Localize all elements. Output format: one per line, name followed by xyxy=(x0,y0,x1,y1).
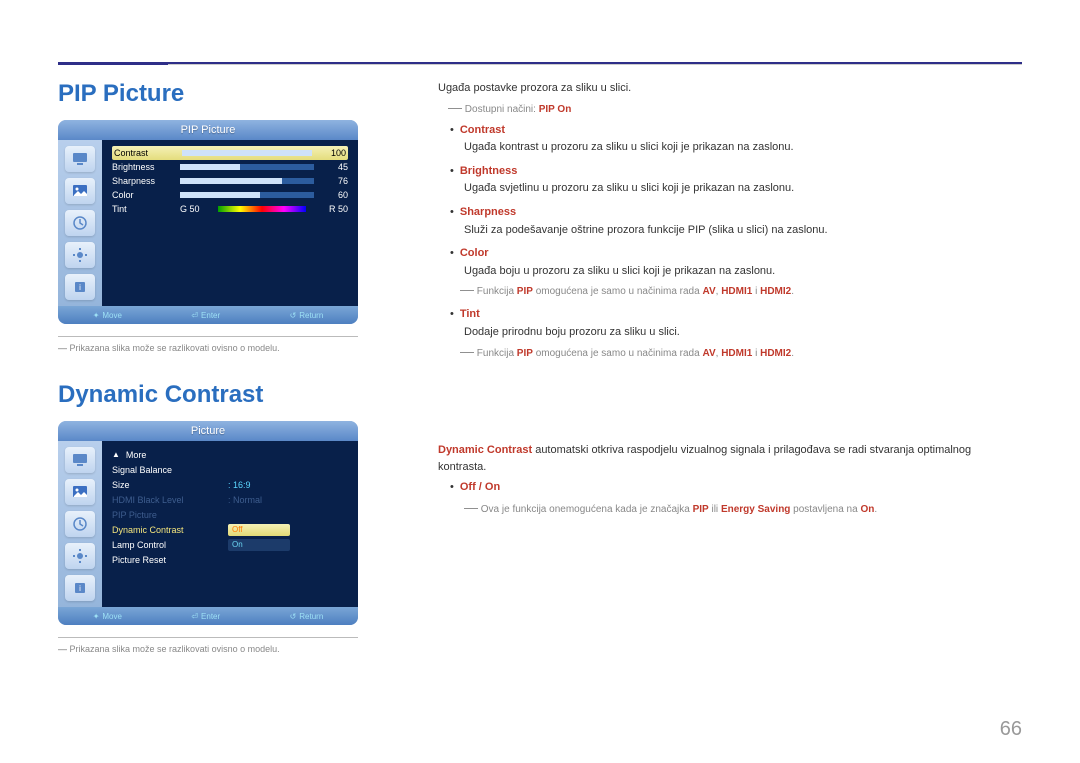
pip-item-tint: •Tint Dodaje prirodnu boju prozoru za sl… xyxy=(450,306,1022,361)
monitor-icon xyxy=(65,146,95,172)
divider xyxy=(58,336,358,337)
osd-tint-left: G 50 xyxy=(180,204,212,214)
osd-row-hdmi-black: HDMI Black Level: Normal xyxy=(112,492,348,507)
footer-enter: ⏎ Enter xyxy=(191,612,220,621)
osd-sharpness-label: Sharpness xyxy=(112,176,174,186)
info-icon: i xyxy=(65,575,95,601)
pip-item-sharpness: •Sharpness Služi za podešavanje oštrine … xyxy=(450,204,1022,239)
osd-row-color[interactable]: Color 60 xyxy=(112,188,348,202)
footer-enter: ⏎ Enter xyxy=(191,311,220,320)
dc-osd-panel: Picture i ▲ More Signal Balance Size: 16… xyxy=(58,421,358,625)
osd-row-picture-reset[interactable]: Picture Reset xyxy=(112,552,348,567)
footer-return: ↺ Return xyxy=(290,612,324,621)
dc-section: Dynamic Contrast Picture i ▲ More Signal… xyxy=(58,381,398,654)
footer-move: ✦ Move xyxy=(93,311,122,320)
osd-sharpness-value: 76 xyxy=(324,176,348,186)
dc-text: Dynamic Contrast automatski otkriva rasp… xyxy=(438,442,1022,519)
pip-section: PIP Picture PIP Picture i Contrast xyxy=(58,80,398,353)
picture-icon xyxy=(65,178,95,204)
osd-row-contrast[interactable]: Contrast 100 xyxy=(112,146,348,160)
osd-row-more[interactable]: ▲ More xyxy=(112,447,348,462)
pip-item-color: •Color Ugađa boju u prozoru za sliku u s… xyxy=(450,245,1022,300)
clock-icon xyxy=(65,511,95,537)
osd-color-value: 60 xyxy=(324,190,348,200)
osd-footer: ✦ Move ⏎ Enter ↺ Return xyxy=(58,607,358,625)
dc-osd-title: Picture xyxy=(58,421,358,441)
pip-item-contrast: •Contrast Ugađa kontrast u prozoru za sl… xyxy=(450,122,1022,157)
pip-modes-note: ― Dostupni načini: PIP On xyxy=(448,102,1022,118)
clock-icon xyxy=(65,210,95,236)
osd-sidebar: i xyxy=(58,441,102,607)
osd-tint-right: R 50 xyxy=(316,204,348,214)
osd-footer: ✦ Move ⏎ Enter ↺ Return xyxy=(58,306,358,324)
dc-footnote: ― Prikazana slika može se razlikovati ov… xyxy=(58,644,398,654)
dc-item-offon: •Off / On xyxy=(450,479,1022,497)
gear-icon xyxy=(65,543,95,569)
pip-osd-title: PIP Picture xyxy=(58,120,358,140)
dc-note: ― Ova je funkcija onemogućena kada je zn… xyxy=(464,502,1022,518)
osd-row-lamp-control[interactable]: Lamp Control On xyxy=(112,537,348,552)
osd-brightness-value: 45 xyxy=(324,162,348,172)
osd-color-label: Color xyxy=(112,190,174,200)
footer-return: ↺ Return xyxy=(290,311,324,320)
dc-heading: Dynamic Contrast xyxy=(58,381,398,409)
osd-contrast-value: 100 xyxy=(322,148,346,158)
footer-move: ✦ Move xyxy=(93,612,122,621)
osd-row-signal-balance[interactable]: Signal Balance xyxy=(112,462,348,477)
osd-brightness-label: Brightness xyxy=(112,162,174,172)
pip-tint-note: ― Funkcija PIP omogućena je samo u način… xyxy=(460,346,1022,362)
osd-row-tint[interactable]: Tint G 50 R 50 xyxy=(112,202,348,216)
pip-footnote: ― Prikazana slika može se razlikovati ov… xyxy=(58,343,398,353)
page-content: PIP Picture PIP Picture i Contrast xyxy=(58,80,1022,682)
pip-osd-panel: PIP Picture i Contrast 100 xyxy=(58,120,358,324)
osd-tint-label: Tint xyxy=(112,204,174,214)
page-number: 66 xyxy=(1000,718,1022,741)
dc-option-on[interactable]: On xyxy=(228,539,290,551)
osd-row-dynamic-contrast[interactable]: Dynamic Contrast Off xyxy=(112,522,348,537)
right-column: Ugađa postavke prozora za sliku u slici.… xyxy=(438,80,1022,682)
gear-icon xyxy=(65,242,95,268)
pip-heading: PIP Picture xyxy=(58,80,398,108)
svg-text:i: i xyxy=(79,283,81,292)
osd-main: Contrast 100 Brightness 45 Sharpness xyxy=(102,140,358,306)
dc-desc: Dynamic Contrast automatski otkriva rasp… xyxy=(438,442,1022,477)
osd-row-pip-picture: PIP Picture xyxy=(112,507,348,522)
pip-text: Ugađa postavke prozora za sliku u slici.… xyxy=(438,80,1022,362)
osd-contrast-label: Contrast xyxy=(114,148,176,158)
osd-row-sharpness[interactable]: Sharpness 76 xyxy=(112,174,348,188)
dc-option-off[interactable]: Off xyxy=(228,524,290,536)
osd-row-brightness[interactable]: Brightness 45 xyxy=(112,160,348,174)
osd-main: ▲ More Signal Balance Size: 16:9 HDMI Bl… xyxy=(102,441,358,607)
pip-color-note: ― Funkcija PIP omogućena je samo u način… xyxy=(460,284,1022,300)
pip-intro: Ugađa postavke prozora za sliku u slici. xyxy=(438,80,1022,98)
divider xyxy=(58,637,358,638)
header-rule xyxy=(58,62,1022,65)
pip-item-brightness: •Brightness Ugađa svjetlinu u prozoru za… xyxy=(450,163,1022,198)
picture-icon xyxy=(65,479,95,505)
info-icon: i xyxy=(65,274,95,300)
monitor-icon xyxy=(65,447,95,473)
left-column: PIP Picture PIP Picture i Contrast xyxy=(58,80,398,682)
svg-text:i: i xyxy=(79,584,81,593)
osd-sidebar: i xyxy=(58,140,102,306)
osd-row-size[interactable]: Size: 16:9 xyxy=(112,477,348,492)
